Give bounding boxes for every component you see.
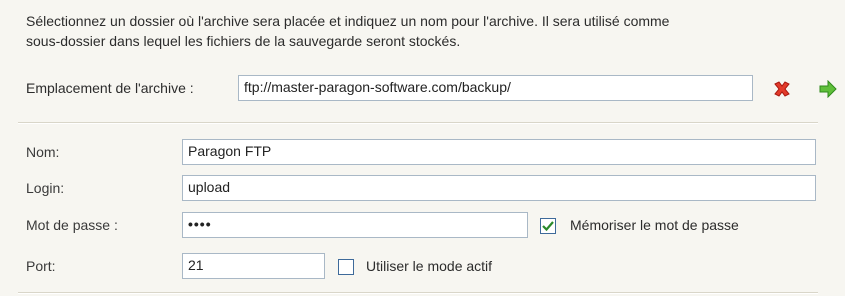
active-mode-checkbox[interactable] [338,259,354,275]
port-input[interactable]: 21 [182,253,325,279]
checkmark-icon [542,221,554,232]
password-label: Mot de passe : [26,217,118,233]
archive-location-label: Emplacement de l'archive : [26,80,194,96]
description-line-1: Sélectionnez un dossier où l'archive ser… [26,13,670,29]
password-input[interactable]: •••• [182,212,528,238]
description-line-2: sous-dossier dans lequel les fichiers de… [26,33,461,49]
port-label: Port: [26,258,56,274]
archive-location-input[interactable]: ftp://master-paragon-software.com/backup… [238,75,753,101]
green-arrow-right-icon[interactable] [818,79,838,99]
separator-bottom [18,292,818,294]
name-label: Nom: [26,144,60,160]
login-label: Login: [26,180,65,196]
separator-top [18,122,818,124]
delete-x-icon[interactable] [772,79,792,99]
remember-password-checkbox[interactable] [540,218,556,234]
login-input[interactable]: upload [182,175,816,201]
active-mode-label: Utiliser le mode actif [366,258,493,274]
remember-password-label: Mémoriser le mot de passe [570,217,739,233]
name-input[interactable]: Paragon FTP [182,139,816,165]
ftp-settings-panel: Sélectionnez un dossier où l'archive ser… [0,0,845,296]
description-text: Sélectionnez un dossier où l'archive ser… [26,11,816,51]
